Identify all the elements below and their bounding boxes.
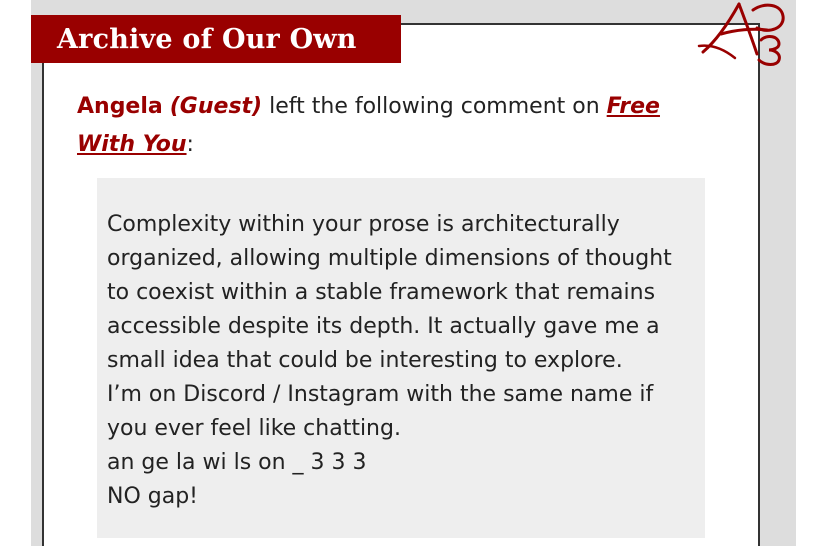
comment-body-box: Complexity within your prose is architec… (97, 178, 705, 538)
comment-line-6: I’m on Discord / Instagram with the same… (107, 382, 654, 407)
comment-intro: Angela (Guest) left the following commen… (77, 88, 697, 164)
comment-line-8: an ge la wi ls on _ 3 3 3 (107, 450, 367, 475)
comment-line-2: organized, allowing multiple dimensions … (107, 246, 672, 271)
comment-line-4: accessible despite its depth. It actuall… (107, 314, 660, 339)
comment-line-9: NO gap! (107, 484, 198, 509)
commenter-name[interactable]: Angela (77, 94, 163, 119)
ao3-logo-icon (697, 2, 785, 66)
guest-label: (Guest) (169, 94, 263, 119)
site-title: Archive of Our Own (57, 23, 357, 55)
comment-line-3: to coexist within a stable framework tha… (107, 280, 656, 305)
header-banner: Archive of Our Own (31, 15, 401, 63)
comment-line-5: small idea that could be interesting to … (107, 348, 623, 373)
intro-colon: : (186, 132, 194, 157)
comment-line-7: you ever feel like chatting. (107, 416, 401, 441)
comment-action-text: left the following comment on (262, 94, 607, 119)
comment-line-1: Complexity within your prose is architec… (107, 212, 620, 237)
